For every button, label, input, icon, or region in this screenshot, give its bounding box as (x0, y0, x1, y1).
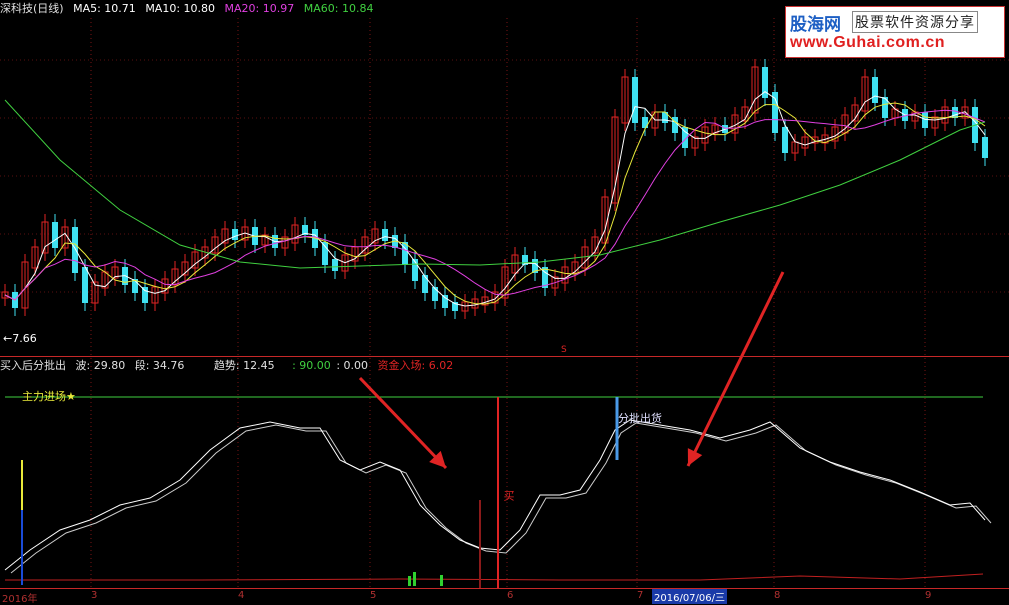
trend-value: 趋势: 12.45 (213, 359, 275, 372)
main-force-label: 主力进场★ (22, 390, 76, 403)
low-price-label: ←7.66 (3, 332, 37, 345)
logo-brand: 股海网 (790, 15, 841, 35)
indicator-line-1 (4, 419, 986, 571)
buy-label: 买 (502, 490, 515, 501)
candle-body (232, 229, 238, 240)
panel-divider[interactable] (0, 356, 1009, 357)
capital-bar (413, 572, 416, 586)
left-bar-yellow (21, 460, 23, 510)
stock-name: 深科技(日线) (0, 2, 64, 15)
candle-body (422, 275, 428, 293)
candle-body (382, 229, 388, 241)
arrow-sell-shaft (686, 271, 785, 467)
kline-chart[interactable] (0, 0, 1009, 602)
candle-body (82, 267, 88, 303)
date-axis-line (0, 588, 1009, 589)
arrow-buy-shaft (358, 376, 448, 470)
date-m7: 7 (637, 590, 644, 601)
v90-value: : 90.00 (292, 359, 331, 372)
candle-body (142, 287, 148, 303)
indicator-header: 买入后分批出 波: 29.80 段: 34.76 趋势: 12.45 : 90.… (0, 359, 459, 373)
guhai-logo: 股海网 股票软件资源分享 www.Guhai.com.cn (785, 6, 1005, 58)
date-m4: 4 (238, 590, 245, 601)
indicator-name: 买入后分批出 (0, 359, 66, 372)
ma20-value: MA20: 10.97 (224, 2, 295, 15)
date-m8: 8 (774, 590, 781, 601)
candle-body (442, 295, 448, 308)
left-bar-blue (21, 510, 23, 550)
main-chart-header: 深科技(日线) MA5: 10.71 MA10: 10.80 MA20: 10.… (0, 2, 379, 16)
capital-bar (408, 576, 411, 586)
logo-slogan: 股票软件资源分享 (852, 11, 978, 33)
candle-body (52, 222, 58, 248)
candle-body (332, 259, 338, 271)
candle-body (72, 227, 78, 273)
capital-bar (440, 575, 443, 586)
candle-body (782, 127, 788, 153)
indicator-baseline (5, 573, 984, 581)
v0-value: : 0.00 (336, 359, 369, 372)
s-marker: S (561, 345, 567, 355)
capital-value: 资金入场: 6.02 (377, 359, 454, 372)
batch-sell-label: 分批出货 (618, 412, 662, 425)
ma5-value: MA5: 10.71 (73, 2, 136, 15)
candle-body (982, 137, 988, 158)
date-m6: 6 (507, 590, 514, 601)
ma60-value: MA60: 10.84 (303, 2, 374, 15)
logo-url: www.Guhai.com.cn (790, 34, 945, 51)
date-m9: 9 (925, 590, 932, 601)
left-bar-blue-2 (21, 550, 23, 585)
bo-value: 波: 29.80 (75, 359, 126, 372)
candle-body (872, 77, 878, 103)
date-m5: 5 (370, 590, 377, 601)
duan-value: 段: 34.76 (134, 359, 185, 372)
date-m3: 3 (91, 590, 98, 601)
date-year: 2016年 (2, 594, 38, 605)
chart-window[interactable]: 深科技(日线) MA5: 10.71 MA10: 10.80 MA20: 10.… (0, 0, 1009, 605)
ma5-line (4, 91, 986, 307)
ma10-value: MA10: 10.80 (145, 2, 216, 15)
candle-body (922, 112, 928, 128)
candle-body (632, 77, 638, 123)
candle-body (322, 242, 328, 265)
